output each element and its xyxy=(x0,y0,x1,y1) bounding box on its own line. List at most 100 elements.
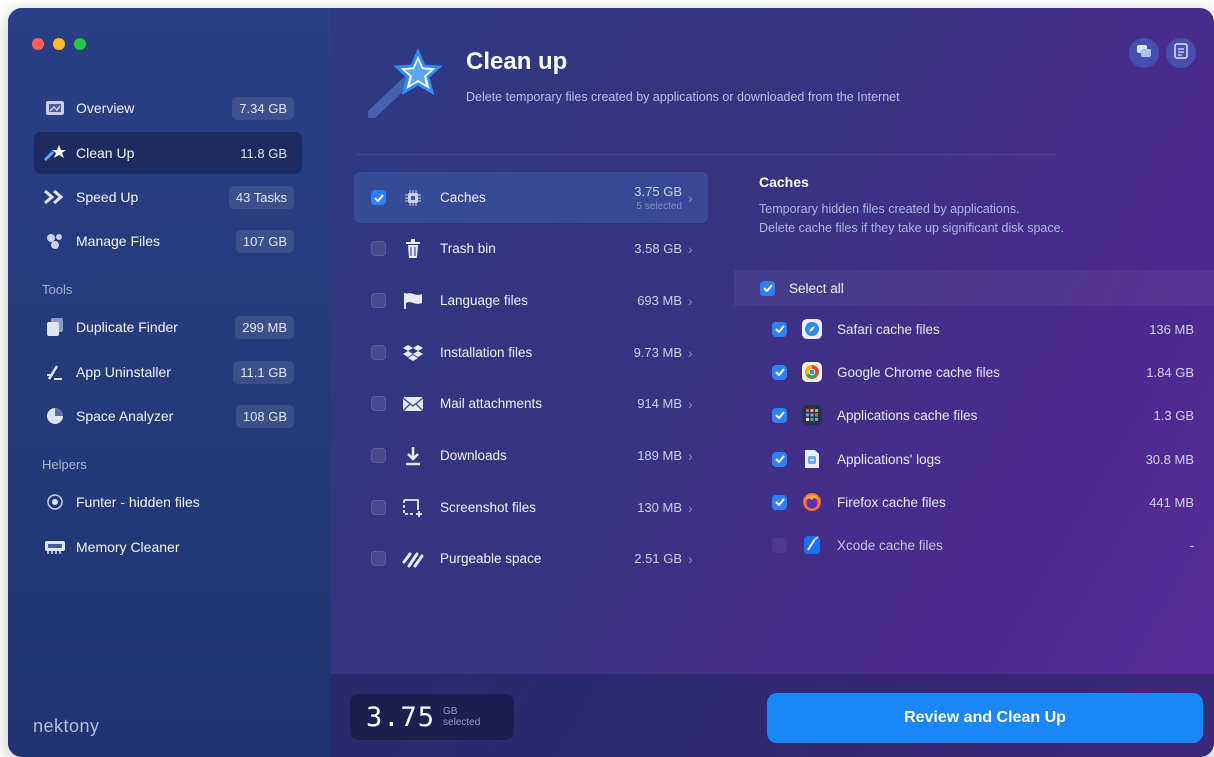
log-file-icon xyxy=(801,448,823,470)
category-row-language-files[interactable]: Language files 693 MB › xyxy=(354,275,708,326)
checkbox-unchecked[interactable] xyxy=(371,345,386,360)
category-row-purgeable-space[interactable]: Purgeable space 2.51 GB › xyxy=(354,533,708,584)
chevron-right-icon: › xyxy=(688,189,693,206)
brand-logo: nektony xyxy=(33,716,100,736)
checkbox-checked[interactable] xyxy=(772,364,787,380)
category-row-installation-files[interactable]: Installation files 9.73 MB › xyxy=(354,327,708,378)
category-row-mail-attachments[interactable]: Mail attachments 914 MB › xyxy=(354,378,708,429)
detail-description-line: Delete cache files if they take up signi… xyxy=(759,221,1065,235)
sidebar-item-clean-up[interactable]: Clean Up 11.8 GB xyxy=(34,132,302,174)
checkbox-unchecked[interactable] xyxy=(371,551,386,566)
category-row-trash-bin[interactable]: Trash bin 3.58 GB › xyxy=(354,223,708,274)
checkbox-checked[interactable] xyxy=(772,407,787,423)
chat-bubbles-icon xyxy=(1136,44,1152,63)
size-badge: 11.1 GB xyxy=(233,360,294,384)
sidebar-item-label: Clean Up xyxy=(76,145,135,161)
category-label: Mail attachments xyxy=(440,396,543,411)
category-size: 3.58 GB xyxy=(634,241,682,256)
manage-files-icon xyxy=(42,231,68,251)
file-label: Firefox cache files xyxy=(837,494,946,510)
select-all-checkbox[interactable] xyxy=(760,280,775,296)
screenshot-icon xyxy=(400,496,426,520)
xcode-icon xyxy=(801,534,823,556)
file-label: Xcode cache files xyxy=(837,537,943,553)
size-badge: 11.8 GB xyxy=(240,145,287,161)
category-size: 914 MB xyxy=(637,396,682,411)
category-size: 9.73 MB xyxy=(633,345,682,360)
selected-size-caption: selected xyxy=(443,717,481,728)
duplicate-icon xyxy=(42,317,68,337)
dropbox-icon xyxy=(400,341,426,365)
category-size: 189 MB xyxy=(637,448,682,463)
minimize-window-button[interactable] xyxy=(53,38,65,50)
checkbox-unchecked[interactable] xyxy=(371,293,386,308)
feedback-button[interactable] xyxy=(1129,38,1159,68)
selected-size-units: GB selected xyxy=(443,706,480,728)
speed-chevrons-icon xyxy=(42,187,68,207)
file-row-xcode[interactable]: Xcode cache files - xyxy=(772,525,1194,565)
category-label: Installation files xyxy=(440,345,533,360)
file-size: 1.84 GB xyxy=(1146,364,1194,380)
memory-icon xyxy=(42,537,68,557)
category-size: 2.51 GB xyxy=(634,551,682,566)
page-subtitle: Delete temporary files created by applic… xyxy=(466,90,900,104)
help-button[interactable] xyxy=(1166,38,1196,68)
chrome-icon xyxy=(801,361,823,383)
file-label: Google Chrome cache files xyxy=(837,364,1000,380)
sidebar-item-duplicate-finder[interactable]: Duplicate Finder 299 MB xyxy=(34,306,302,348)
file-size: 441 MB xyxy=(1149,494,1194,510)
zoom-window-button[interactable] xyxy=(74,38,86,50)
sidebar-item-manage-files[interactable]: Manage Files 107 GB xyxy=(34,220,302,262)
sidebar-item-app-uninstaller[interactable]: App Uninstaller 11.1 GB xyxy=(34,351,302,393)
size-badge: 108 GB xyxy=(235,404,294,428)
review-and-clean-up-button[interactable]: Review and Clean Up xyxy=(767,693,1203,743)
checkbox-unchecked[interactable] xyxy=(371,500,386,515)
category-row-screenshot-files[interactable]: Screenshot files 130 MB › xyxy=(354,482,708,533)
sidebar-item-label: App Uninstaller xyxy=(76,364,171,380)
file-size: 136 MB xyxy=(1149,321,1194,337)
sidebar-item-speed-up[interactable]: Speed Up 43 Tasks xyxy=(34,176,302,218)
app-window: Overview 7.34 GB Clean Up 11.8 GB Speed … xyxy=(8,8,1214,757)
safari-icon xyxy=(801,318,823,340)
detail-description-line: Temporary hidden files created by applic… xyxy=(759,202,1020,216)
sidebar-item-label: Manage Files xyxy=(76,233,161,249)
purgeable-icon xyxy=(400,547,426,571)
chevron-right-icon: › xyxy=(688,344,693,361)
sidebar-item-memory-cleaner[interactable]: Memory Cleaner xyxy=(34,526,302,568)
sidebar-item-space-analyzer[interactable]: Space Analyzer 108 GB xyxy=(34,395,302,437)
flag-icon xyxy=(400,289,426,313)
category-label: Trash bin xyxy=(440,241,496,256)
selected-size-value: 3.75 xyxy=(366,701,436,733)
checkbox-unchecked[interactable] xyxy=(371,448,386,463)
checkbox-checked[interactable] xyxy=(772,451,787,467)
chevron-right-icon: › xyxy=(688,240,693,257)
checkbox-checked[interactable] xyxy=(772,321,787,337)
checkbox-disabled[interactable] xyxy=(772,537,787,553)
file-row-applications-logs[interactable]: Applications' logs 30.8 MB xyxy=(772,439,1194,479)
chip-icon xyxy=(400,186,426,210)
file-row-safari[interactable]: Safari cache files 136 MB xyxy=(772,309,1194,349)
category-size: 693 MB xyxy=(637,293,682,308)
uninstaller-icon xyxy=(42,362,68,382)
document-icon xyxy=(1174,42,1188,64)
star-sparkle-icon xyxy=(367,48,448,123)
tools-section-label: Tools xyxy=(42,282,73,297)
checkbox-checked[interactable] xyxy=(371,190,386,205)
checkbox-unchecked[interactable] xyxy=(371,241,386,256)
file-row-applications-cache[interactable]: Applications cache files 1.3 GB xyxy=(772,395,1194,435)
category-row-downloads[interactable]: Downloads 189 MB › xyxy=(354,430,708,481)
sidebar-item-funter[interactable]: Funter - hidden files xyxy=(34,481,302,523)
checkbox-unchecked[interactable] xyxy=(371,396,386,411)
checkbox-checked[interactable] xyxy=(772,494,787,510)
file-row-firefox[interactable]: Firefox cache files 441 MB xyxy=(772,482,1194,522)
detail-description: Temporary hidden files created by applic… xyxy=(759,200,1179,238)
pie-chart-icon xyxy=(42,406,68,426)
helpers-section-label: Helpers xyxy=(42,457,87,472)
category-label: Caches xyxy=(440,190,486,205)
select-all-row[interactable]: Select all xyxy=(734,270,1214,306)
sidebar-item-overview[interactable]: Overview 7.34 GB xyxy=(34,87,302,129)
category-row-caches[interactable]: Caches 3.75 GB 5 selected › xyxy=(354,172,708,223)
size-badge: 7.34 GB xyxy=(232,96,294,120)
close-window-button[interactable] xyxy=(32,38,44,50)
file-row-chrome[interactable]: Google Chrome cache files 1.84 GB xyxy=(772,352,1194,392)
